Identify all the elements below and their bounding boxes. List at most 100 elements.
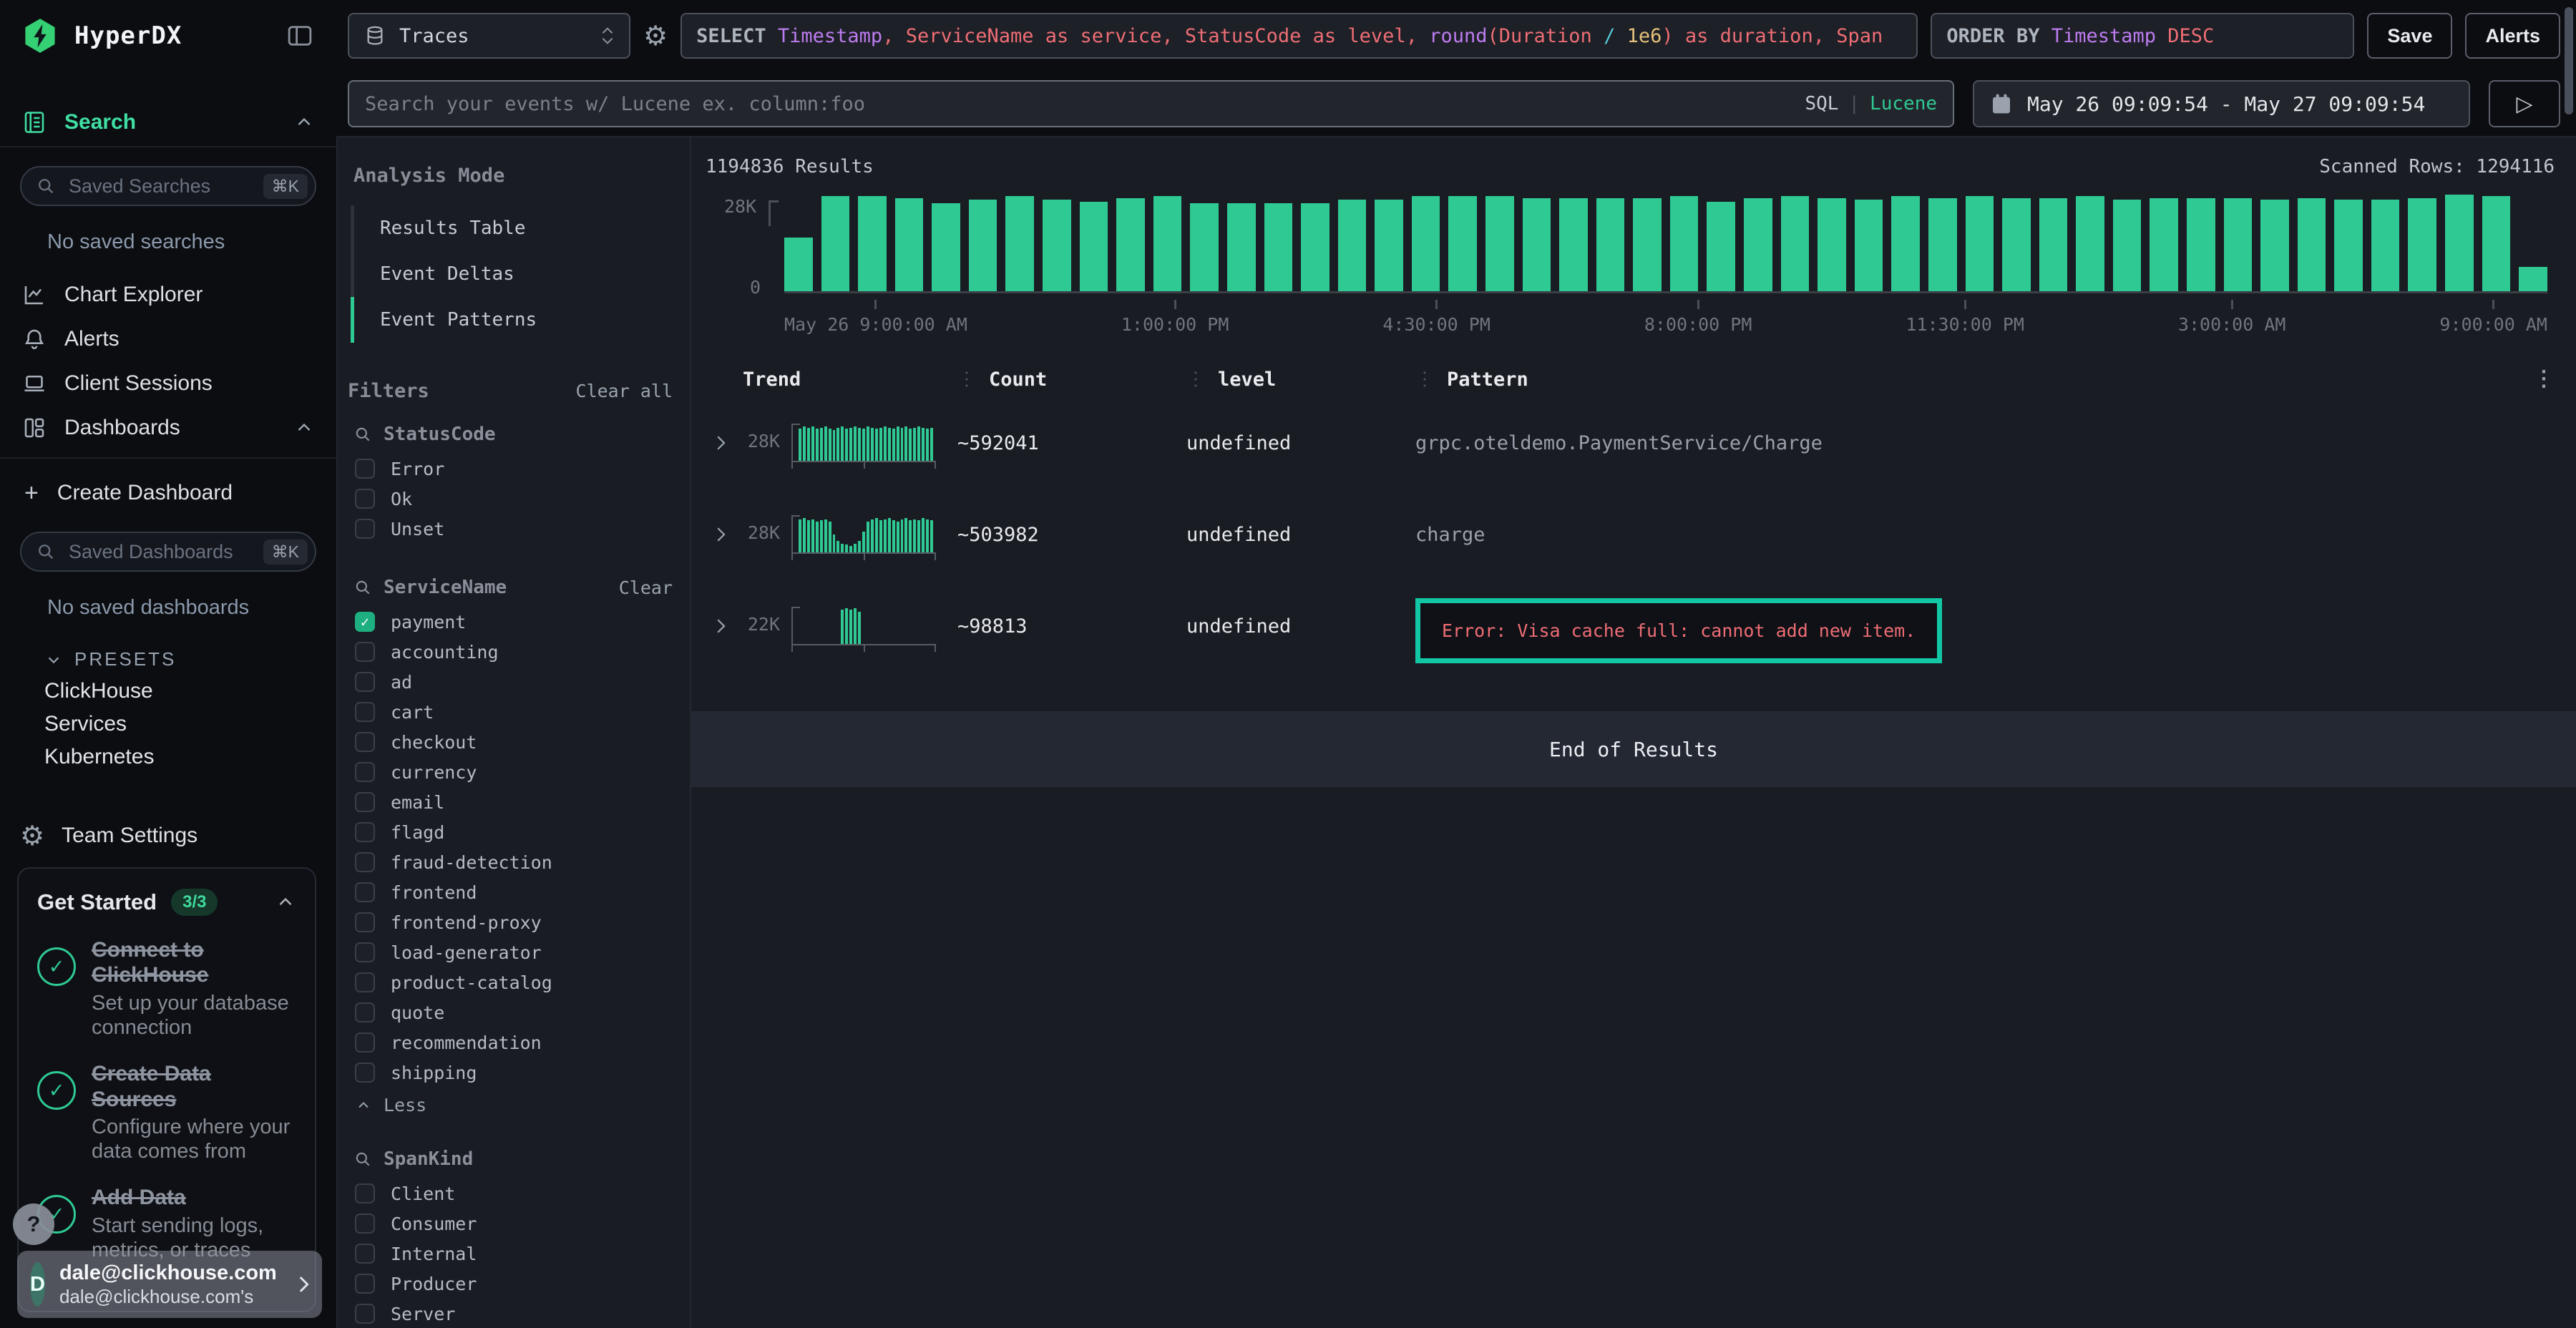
filter-option[interactable]: email (348, 787, 673, 817)
filter-option[interactable]: Server (348, 1299, 673, 1328)
column-resize-handle-icon[interactable]: ⋮ (1415, 368, 1434, 390)
select-query-input[interactable]: SELECT Timestamp, ServiceName as service… (680, 13, 1918, 59)
column-header-count[interactable]: Count (989, 368, 1047, 391)
checkbox[interactable] (355, 942, 375, 962)
chevron-up-icon[interactable] (275, 892, 296, 913)
alerts-button[interactable]: Alerts (2465, 13, 2560, 59)
search-icon[interactable] (353, 1150, 372, 1168)
checkbox[interactable] (355, 489, 375, 509)
events-histogram[interactable]: 28K 0 May 26 9:00:00 AM1:00:00 PM4:30:00… (706, 185, 2555, 335)
column-resize-handle-icon[interactable]: ⋮ (957, 368, 976, 390)
filter-option[interactable]: frontend-proxy (348, 907, 673, 937)
expand-row-icon[interactable] (710, 615, 743, 637)
filter-option[interactable]: frontend (348, 877, 673, 907)
filter-option[interactable]: Internal (348, 1239, 673, 1269)
lucene-mode-option[interactable]: Lucene (1870, 93, 1937, 114)
filter-option[interactable]: Unset (348, 514, 673, 544)
order-by-input[interactable]: ORDER BY Timestamp DESC (1931, 13, 2354, 59)
sidebar-collapse-icon[interactable] (285, 21, 315, 51)
preset-dashboard-link[interactable]: ClickHouse (0, 675, 336, 708)
filter-option[interactable]: ad (348, 667, 673, 697)
search-icon[interactable] (353, 578, 372, 597)
presets-toggle[interactable]: PRESETS (44, 648, 336, 670)
filter-option[interactable]: recommendation (348, 1027, 673, 1058)
checkbox[interactable] (355, 702, 375, 722)
query-language-toggle[interactable]: SQL | Lucene (1805, 93, 1937, 114)
checkbox[interactable] (355, 642, 375, 662)
source-settings-gear-icon[interactable]: ⚙ (643, 22, 668, 49)
run-query-button[interactable]: ▷ (2489, 80, 2560, 127)
filter-option[interactable]: checkout (348, 727, 673, 757)
clear-group-link[interactable]: Clear (619, 577, 673, 598)
search-input[interactable] (365, 93, 1793, 115)
filter-option[interactable]: quote (348, 997, 673, 1027)
save-button[interactable]: Save (2367, 13, 2452, 59)
checkbox[interactable] (355, 1274, 375, 1294)
search-icon[interactable] (353, 425, 372, 444)
filter-option[interactable]: Ok (348, 484, 673, 514)
filter-option[interactable]: product-catalog (348, 967, 673, 997)
analysis-mode-option[interactable]: Event Deltas (351, 251, 673, 297)
get-started-item[interactable]: ✓ Create Data Sources Configure where yo… (37, 1061, 296, 1163)
event-search-box[interactable]: SQL | Lucene (348, 80, 1954, 127)
filter-option[interactable]: currency (348, 757, 673, 787)
preset-dashboard-link[interactable]: Services (0, 708, 336, 741)
checkbox[interactable] (355, 882, 375, 902)
table-row[interactable]: 28K ~503982 undefined charge (706, 514, 2555, 582)
filter-option[interactable]: cart (348, 697, 673, 727)
sidebar-item-team-settings[interactable]: ⚙ Team Settings (0, 814, 336, 858)
filter-option[interactable]: flagd (348, 817, 673, 847)
filter-option[interactable]: load-generator (348, 937, 673, 967)
filter-option[interactable]: Producer (348, 1269, 673, 1299)
checkbox[interactable] (355, 732, 375, 752)
checkbox[interactable] (355, 972, 375, 992)
checkbox[interactable] (355, 459, 375, 479)
sql-mode-option[interactable]: SQL (1805, 93, 1838, 114)
checkbox[interactable] (355, 912, 375, 932)
filter-option[interactable]: shipping (348, 1058, 673, 1088)
column-resize-handle-icon[interactable]: ⋮ (1186, 368, 1205, 390)
checkbox[interactable] (355, 1244, 375, 1264)
get-started-item[interactable]: ✓ Connect to ClickHouse Set up your data… (37, 937, 296, 1040)
create-dashboard-button[interactable]: + Create Dashboard (0, 473, 336, 513)
checkbox[interactable] (355, 612, 375, 632)
expand-row-icon[interactable] (710, 432, 743, 454)
sidebar-item-dashboards[interactable]: Dashboards (0, 406, 336, 450)
expand-row-icon[interactable] (710, 524, 743, 545)
chevron-up-icon[interactable] (293, 112, 315, 133)
help-button[interactable]: ? (13, 1204, 54, 1245)
sidebar-item-client-sessions[interactable]: Client Sessions (0, 361, 336, 406)
filter-option[interactable]: Client (348, 1178, 673, 1209)
sidebar-item-search[interactable]: Search (0, 100, 336, 145)
saved-dashboards-input[interactable]: Saved Dashboards ⌘K (20, 532, 316, 572)
filter-option[interactable]: payment (348, 607, 673, 637)
checkbox[interactable] (355, 1032, 375, 1053)
table-menu-icon[interactable]: ⋮ (2533, 366, 2555, 391)
analysis-mode-option[interactable]: Results Table (351, 205, 673, 251)
saved-searches-input[interactable]: Saved Searches ⌘K (20, 166, 316, 206)
column-header-pattern[interactable]: Pattern (1447, 368, 1528, 391)
clear-all-link[interactable]: Clear all (576, 381, 673, 401)
sidebar-item-chart-explorer[interactable]: Chart Explorer (0, 273, 336, 317)
source-selector[interactable]: Traces (348, 13, 630, 59)
checkbox[interactable] (355, 852, 375, 872)
date-range-picker[interactable]: May 26 09:09:54 - May 27 09:09:54 (1973, 80, 2470, 127)
checkbox[interactable] (355, 762, 375, 782)
filter-option[interactable]: Error (348, 454, 673, 484)
column-header-trend[interactable]: Trend (743, 368, 801, 391)
checkbox[interactable] (355, 1304, 375, 1324)
checkbox[interactable] (355, 822, 375, 842)
checkbox[interactable] (355, 1214, 375, 1234)
checkbox[interactable] (355, 792, 375, 812)
analysis-mode-option[interactable]: Event Patterns (351, 297, 673, 343)
table-row[interactable]: 22K ~98813 undefined Error: Visa cache f… (706, 605, 2555, 674)
checkbox[interactable] (355, 1183, 375, 1204)
checkbox[interactable] (355, 519, 375, 539)
scrollbar[interactable] (2565, 7, 2573, 114)
chevron-up-icon[interactable] (293, 417, 315, 439)
filter-option[interactable]: accounting (348, 637, 673, 667)
user-menu[interactable]: D dale@clickhouse.com dale@clickhouse.co… (17, 1251, 322, 1318)
sidebar-item-alerts[interactable]: Alerts (0, 317, 336, 361)
preset-dashboard-link[interactable]: Kubernetes (0, 741, 336, 773)
filter-option[interactable]: fraud-detection (348, 847, 673, 877)
